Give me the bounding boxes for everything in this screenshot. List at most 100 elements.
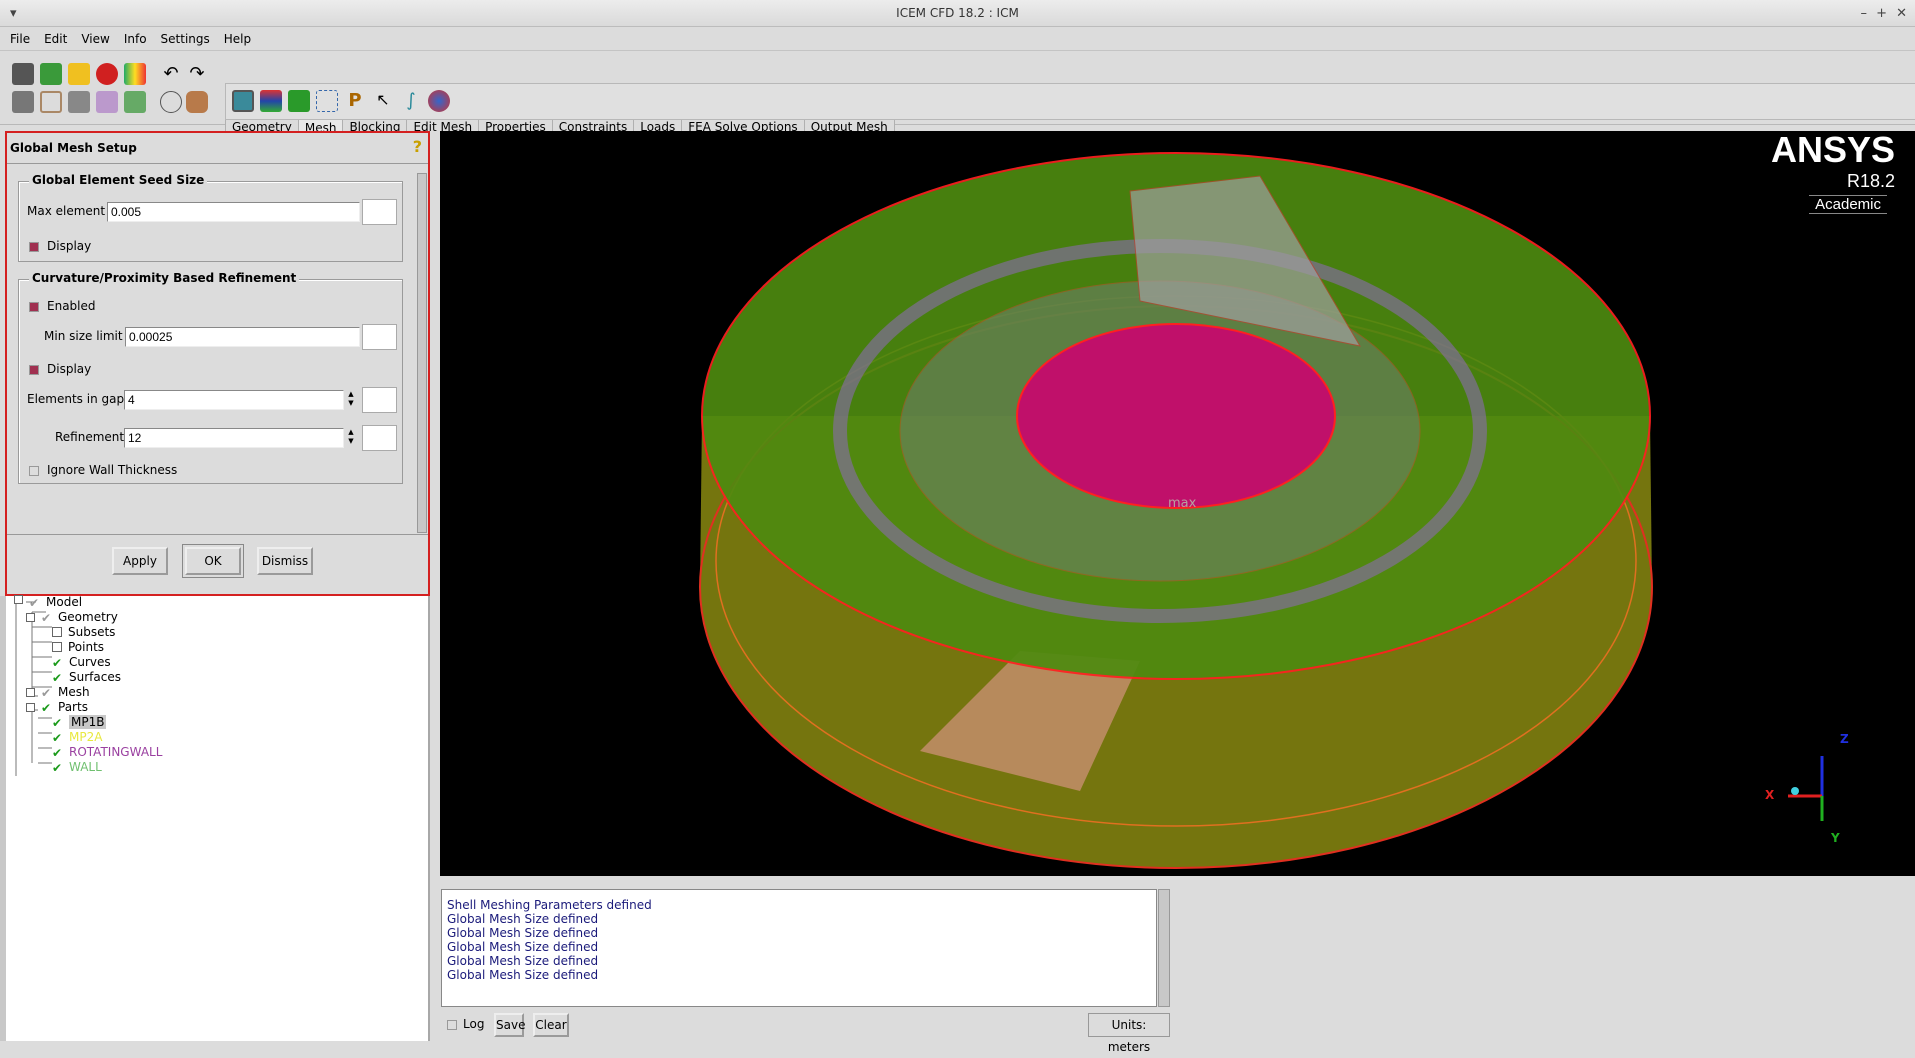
fit-window-icon[interactable] [12,91,34,113]
surface-mesh-setup-icon[interactable] [288,90,310,112]
curve-mesh-setup-icon[interactable] [316,90,338,112]
tree-label: Curves [69,655,111,669]
enabled-label: Enabled [47,299,96,313]
mesh-curve-icon[interactable]: ∫ [400,90,422,112]
ansys-logo: ANSYS [1770,129,1895,170]
tree-label: Subsets [68,625,116,639]
zoom-box-icon[interactable] [40,91,62,113]
panel-title: Global Mesh Setup [10,141,137,155]
tree-label: WALL [69,760,102,774]
tree-item-parts[interactable]: ✔ Parts [26,700,88,715]
tree-label: Geometry [58,610,118,624]
seed-display-label: Display [47,239,92,253]
tree-item-subsets[interactable]: Subsets [52,625,115,640]
window-menu-icon[interactable]: ▾ [10,0,17,27]
menu-bar: File Edit View Info Settings Help [0,27,1915,51]
log-checkbox[interactable] [447,1020,457,1030]
tree-item-surfaces[interactable]: ✔ Surfaces [52,670,121,685]
tree-item-part[interactable]: ✔ MP2A [52,730,102,745]
compute-mesh-icon[interactable] [428,90,450,112]
clear-log-button[interactable]: Clear [533,1013,569,1037]
view-icon[interactable] [68,91,90,113]
record-icon[interactable] [96,63,118,85]
graphics-viewport[interactable]: max ANSYS R18.2 Academic Z X Y [440,129,1915,876]
help-icon[interactable]: ? [413,137,422,156]
elements-in-gap-input[interactable] [124,390,344,410]
tree-label: Surfaces [69,670,121,684]
maximize-icon[interactable]: + [1876,0,1887,27]
lightning-icon[interactable] [68,63,90,85]
undo-icon[interactable]: ↶ [160,63,182,85]
divider [7,534,428,535]
elements-in-gap-label: Elements in gap [27,392,125,406]
elements-in-gap-spinner[interactable]: ▲ ▼ [345,390,357,410]
model-tree: ✔ Model ✔ Geometry Subsets Points ✔ Curves … [0,595,430,1041]
global-mesh-setup-icon[interactable] [232,90,254,112]
mesh-density-icon[interactable]: P [344,90,366,112]
tree-label: MP1B [69,715,107,729]
refinement-heading: Curvature/Proximity Based Refinement [29,271,300,285]
panel-scrollbar[interactable] [417,173,427,533]
max-element-label: Max element [27,204,106,218]
menu-settings[interactable]: Settings [161,32,210,46]
part-mesh-setup-icon[interactable] [260,90,282,112]
log-label: Log [463,1017,485,1031]
menu-view[interactable]: View [81,32,109,46]
ok-button[interactable]: OK [182,544,244,578]
refinement-select-button[interactable] [362,425,397,451]
dismiss-button[interactable]: Dismiss [257,547,313,575]
message-line: Shell Meshing Parameters defined [447,898,652,912]
svg-text:max: max [1168,496,1197,511]
min-size-select-button[interactable] [362,324,397,350]
tree-label: ROTATINGWALL [69,745,163,759]
mesh-tools-bar: P ↖ ∫ [225,83,1915,120]
redo-icon[interactable]: ↷ [186,63,208,85]
menu-edit[interactable]: Edit [44,32,67,46]
max-element-input[interactable] [107,202,360,222]
min-size-input[interactable] [125,327,360,347]
tree-item-points[interactable]: Points [52,640,104,655]
elements-in-gap-select-button[interactable] [362,387,397,413]
tree-item-model[interactable]: ✔ Model [14,595,82,610]
tree-item-geometry[interactable]: ✔ Geometry [26,610,118,625]
window-title: ICEM CFD 18.2 : ICM [896,6,1019,20]
refresh-icon[interactable] [40,63,62,85]
menu-help[interactable]: Help [224,32,251,46]
menu-info[interactable]: Info [124,32,147,46]
seed-display-checkbox[interactable] [29,242,39,252]
ignore-wall-checkbox[interactable] [29,466,39,476]
refinement-display-checkbox[interactable] [29,365,39,375]
menu-file[interactable]: File [10,32,30,46]
refinement-input[interactable] [124,428,344,448]
contour-icon[interactable] [124,63,146,85]
close-icon[interactable]: ✕ [1896,0,1907,27]
wireframe-icon[interactable] [160,91,182,113]
tree-item-part[interactable]: ✔ WALL [52,760,102,775]
connectors-icon[interactable]: ↖ [372,90,394,112]
refinement-display-label: Display [47,362,92,376]
axis-y-label: Y [1831,831,1840,845]
minimize-icon[interactable]: – [1861,0,1868,27]
solid-icon[interactable] [186,91,208,113]
ignore-wall-label: Ignore Wall Thickness [47,463,178,477]
refinement-label: Refinement [55,430,125,444]
lcs-icon[interactable] [96,91,118,113]
save-log-button[interactable]: Save [494,1013,525,1037]
tree-label: MP2A [69,730,103,744]
message-line: Global Mesh Size defined [447,912,599,926]
tree-item-part[interactable]: ✔ MP1B [52,715,107,730]
message-scrollbar[interactable] [1158,889,1170,1007]
tree-item-mesh[interactable]: ✔ Mesh [26,685,90,700]
enabled-checkbox[interactable] [29,302,39,312]
tree-item-curves[interactable]: ✔ Curves [52,655,111,670]
message-log[interactable]: Shell Meshing Parameters defined Global … [441,889,1157,1007]
refinement-spinner[interactable]: ▲ ▼ [345,428,357,448]
version-label: R18.2 [1846,171,1895,191]
axis-x-label: X [1765,788,1775,802]
tree-item-part[interactable]: ✔ ROTATINGWALL [52,745,162,760]
tree-label: Parts [58,700,88,714]
apply-button[interactable]: Apply [112,547,168,575]
max-element-select-button[interactable] [362,199,397,225]
update-icon[interactable] [124,91,146,113]
save-icon[interactable] [12,63,34,85]
